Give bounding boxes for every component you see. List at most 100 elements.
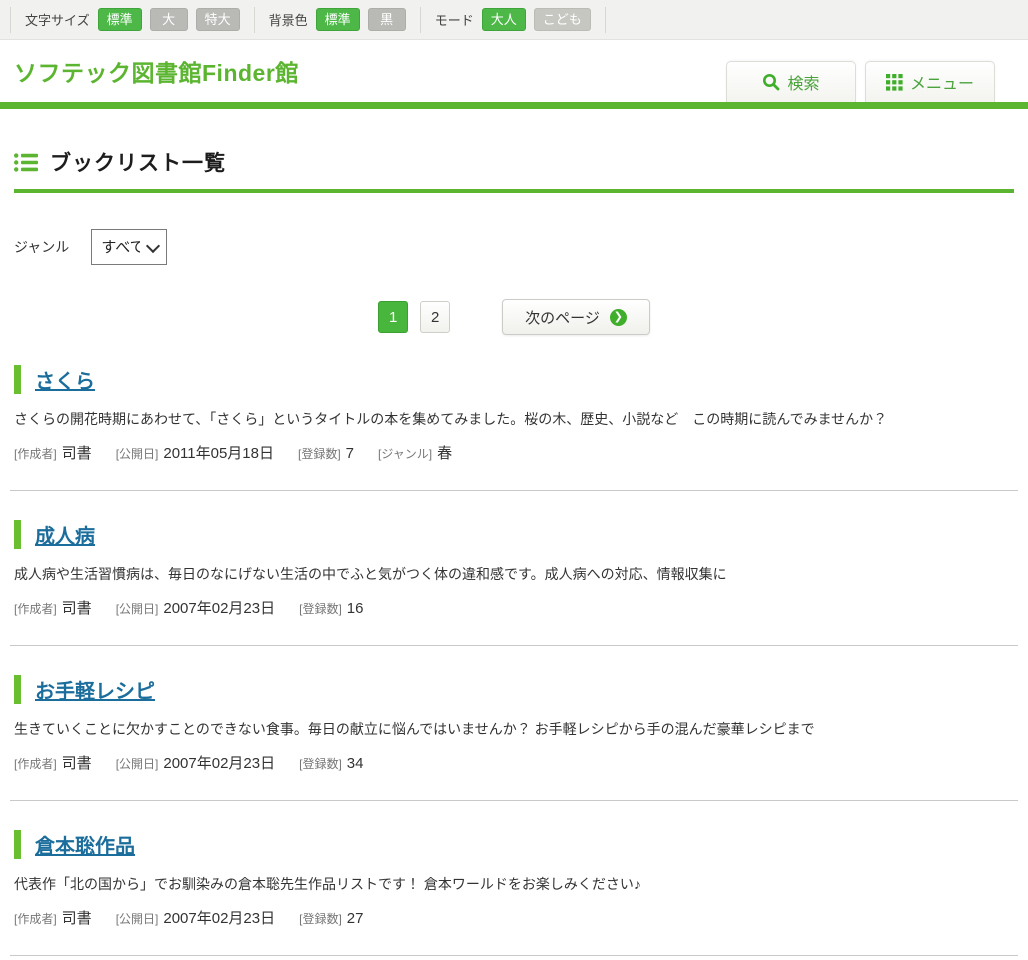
toolbar-toggle-button[interactable]: 大人 — [482, 8, 526, 32]
entry-meta-row: [作成者]司書 [公開日]2007年02月23日 [登録数] 16 — [14, 597, 1014, 618]
toolbar-toggle-button[interactable]: 大 — [150, 8, 188, 32]
entry-meta-item: [登録数] 16 — [299, 600, 363, 617]
entry-divider — [10, 800, 1018, 801]
entry-meta-item: [公開日]2007年02月23日 — [116, 597, 275, 618]
toolbar-toggle-button[interactable]: 標準 — [316, 8, 360, 32]
entry-meta-row: [作成者] 司書 [公開日]2007年02月23日 [登録数] 27 — [14, 907, 1014, 928]
meta-label: [作成者] — [14, 755, 57, 772]
header-accent-bar — [0, 102, 1028, 109]
entry-meta-item: [ジャンル] 春 — [378, 442, 452, 463]
entry-meta-row: [作成者] 司書 [公開日]2011年05月18日 [登録数] 7 [ジャンル] 春 — [14, 442, 1014, 463]
list-icon — [14, 153, 38, 172]
meta-label: [登録数] — [298, 445, 341, 462]
entry-description: さくらの開花時期にあわせて、「さくら」というタイトルの本を集めてみました。桜の木… — [14, 409, 1014, 429]
entry-meta-item: [登録数] 34 — [299, 755, 363, 772]
entry-meta-item: [公開日]2007年02月23日 — [116, 752, 275, 773]
genre-filter-row: ジャンル すべて — [14, 229, 1014, 265]
meta-value: 司書 — [62, 752, 92, 773]
menu-button[interactable]: メニュー — [865, 61, 995, 102]
next-page-button[interactable]: 次のページ ❯ — [502, 299, 650, 335]
genre-select-wrap: すべて — [91, 229, 167, 265]
page-button-current[interactable]: 1 — [378, 301, 408, 333]
page-title-row: ブックリスト一覧 — [14, 147, 1014, 193]
toolbar-group-label: モード — [435, 10, 474, 29]
meta-label: [ジャンル] — [378, 445, 432, 462]
entry-title-row: さくら — [14, 365, 1014, 394]
entry-title-row: 倉本聡作品 — [14, 830, 1014, 859]
booklist-entry: さくらさくらの開花時期にあわせて、「さくら」というタイトルの本を集めてみました。… — [14, 365, 1014, 491]
menu-button-label: メニュー — [910, 70, 974, 94]
meta-label: [作成者] — [14, 445, 57, 462]
meta-value: 2007年02月23日 — [163, 597, 275, 618]
accessibility-toolbar: 文字サイズ標準大特大背景色標準黒モード大人こども — [0, 0, 1028, 40]
toolbar-toggle-button[interactable]: 特大 — [196, 8, 240, 32]
meta-value: 2007年02月23日 — [163, 907, 275, 928]
meta-label: [公開日] — [116, 600, 159, 617]
toolbar-toggle-button[interactable]: こども — [534, 8, 591, 32]
entry-meta-item: [作成者] 司書 — [14, 752, 92, 773]
entry-meta-item: [登録数] 7 — [298, 445, 354, 462]
entry-divider — [10, 645, 1018, 646]
entry-meta-item: [公開日]2007年02月23日 — [116, 907, 275, 928]
booklist-entries: さくらさくらの開花時期にあわせて、「さくら」というタイトルの本を集めてみました。… — [14, 365, 1014, 956]
entry-meta-item: [登録数] 27 — [299, 910, 363, 927]
meta-label: [登録数] — [299, 910, 342, 927]
booklist-entry: 倉本聡作品代表作「北の国から」でお馴染みの倉本聡先生作品リストです！ 倉本ワール… — [14, 830, 1014, 956]
meta-value: 司書 — [62, 442, 92, 463]
toolbar-group: モード大人こども — [421, 7, 606, 33]
entry-divider — [10, 490, 1018, 491]
pagination: 12 次のページ ❯ — [14, 299, 1014, 335]
entry-title-link[interactable]: 成人病 — [35, 526, 95, 548]
site-header: ソフテック図書館Finder館 検索 メニュー — [0, 40, 1028, 102]
entry-title-row: お手軽レシピ — [14, 675, 1014, 704]
meta-label: [作成者] — [14, 910, 57, 927]
site-title[interactable]: ソフテック図書館Finder館 — [14, 54, 299, 88]
meta-value: 27 — [347, 910, 364, 927]
page-buttons: 12 — [378, 301, 450, 333]
main-content: ブックリスト一覧 ジャンル すべて 12 次のページ ❯ さくらさくらの開花時期… — [0, 147, 1028, 956]
search-icon — [762, 73, 780, 91]
entry-description: 生きていくことに欠かすことのできない食事。毎日の献立に悩んではいませんか？ お手… — [14, 719, 1014, 739]
toolbar-group-label: 文字サイズ — [25, 10, 90, 29]
toolbar-toggle-button[interactable]: 標準 — [98, 8, 142, 32]
entry-description: 代表作「北の国から」でお馴染みの倉本聡先生作品リストです！ 倉本ワールドをお楽し… — [14, 874, 1014, 894]
meta-label: [登録数] — [299, 600, 342, 617]
entry-description: 成人病や生活習慣病は、毎日のなにげない生活の中でふと気がつく体の違和感です。成人… — [14, 564, 1014, 584]
meta-value: 16 — [347, 600, 364, 617]
meta-label: [作成者] — [14, 600, 57, 617]
menu-grid-icon — [886, 74, 903, 91]
entry-meta-item: [作成者] 司書 — [14, 442, 92, 463]
entry-meta-row: [作成者] 司書 [公開日]2007年02月23日 [登録数] 34 — [14, 752, 1014, 773]
booklist-entry: お手軽レシピ生きていくことに欠かすことのできない食事。毎日の献立に悩んではいませ… — [14, 675, 1014, 801]
meta-label: [公開日] — [116, 755, 159, 772]
meta-value: 司書 — [62, 907, 92, 928]
page-button[interactable]: 2 — [420, 301, 450, 333]
entry-meta-item: [作成者]司書 — [14, 597, 92, 618]
meta-value: 2007年02月23日 — [163, 752, 275, 773]
genre-label: ジャンル — [14, 237, 69, 257]
entry-divider — [10, 955, 1018, 956]
search-button-label: 検索 — [787, 70, 819, 94]
booklist-entry: 成人病成人病や生活習慣病は、毎日のなにげない生活の中でふと気がつく体の違和感です… — [14, 520, 1014, 646]
toolbar-group-label: 背景色 — [269, 10, 308, 29]
meta-value: 春 — [437, 442, 452, 463]
entry-meta-item: [公開日]2011年05月18日 — [116, 442, 274, 463]
meta-value: 2011年05月18日 — [163, 442, 274, 463]
genre-select[interactable]: すべて — [91, 229, 167, 265]
toolbar-toggle-button[interactable]: 黒 — [368, 8, 406, 32]
entry-title-row: 成人病 — [14, 520, 1014, 549]
meta-value: 34 — [347, 755, 364, 772]
meta-label: [公開日] — [116, 445, 159, 462]
next-arrow-icon: ❯ — [610, 309, 627, 326]
search-button[interactable]: 検索 — [726, 61, 856, 102]
entry-meta-item: [作成者] 司書 — [14, 907, 92, 928]
entry-title-link[interactable]: 倉本聡作品 — [35, 836, 135, 858]
meta-label: [登録数] — [299, 755, 342, 772]
toolbar-group: 文字サイズ標準大特大 — [10, 7, 255, 33]
next-page-label: 次のページ — [525, 307, 600, 328]
page-title: ブックリスト一覧 — [50, 147, 226, 177]
toolbar-group: 背景色標準黒 — [255, 7, 421, 33]
meta-value: 7 — [346, 445, 354, 462]
entry-title-link[interactable]: さくら — [35, 371, 95, 393]
entry-title-link[interactable]: お手軽レシピ — [35, 681, 155, 703]
